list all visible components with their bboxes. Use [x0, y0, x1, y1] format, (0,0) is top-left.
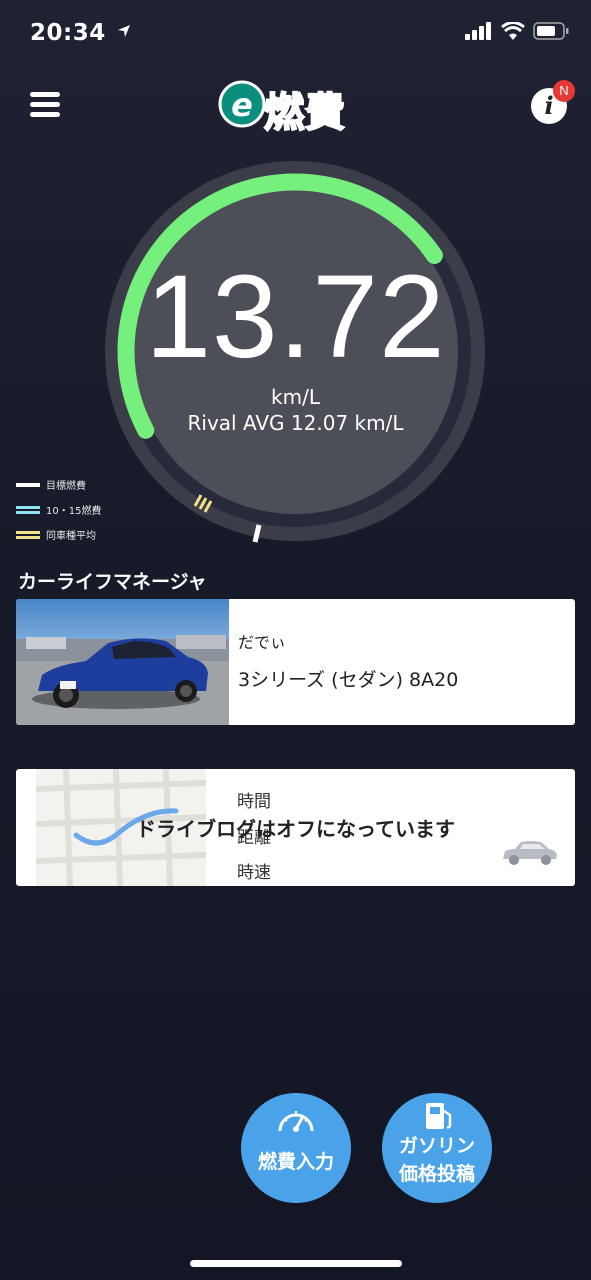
legend-item-target: 目標燃費	[16, 472, 101, 497]
logo-text: 燃費	[263, 89, 346, 137]
menu-button[interactable]	[28, 90, 64, 120]
info-button[interactable]: i N	[531, 80, 575, 124]
svg-text:e: e	[231, 86, 253, 124]
gauge-icon	[278, 1111, 314, 1132]
status-icons	[465, 22, 569, 40]
drive-log-off-message: ドライブログはオフになっています	[136, 817, 455, 841]
legend-item-1015: 10・15燃費	[16, 497, 101, 522]
efuel-logo: e 燃費	[216, 76, 376, 137]
legend-item-same-model: 同車種平均	[16, 522, 101, 547]
gas-price-label-line1: ガソリン	[398, 1135, 475, 1157]
car-card[interactable]: だでぃ 3シリーズ (セダン) 8A20	[16, 599, 575, 725]
drive-log-card[interactable]: 時間 距離 時速 ドライブログはオフになっています	[16, 769, 575, 886]
location-arrow-icon	[118, 25, 131, 37]
gas-price-label-line2: 価格投稿	[398, 1163, 475, 1185]
car-icon	[503, 841, 557, 865]
signal-icon	[465, 22, 491, 40]
section-title: カーライフマネージャ	[18, 571, 207, 593]
legend-swatch-cyan	[16, 505, 40, 514]
wifi-icon	[501, 22, 525, 40]
legend-swatch-white	[16, 482, 40, 487]
fuel-economy-unit: km/L	[271, 385, 320, 409]
gauge-legend: 目標燃費 10・15燃費 同車種平均	[16, 472, 101, 547]
fuel-input-label: 燃費入力	[257, 1151, 334, 1173]
gas-price-post-button[interactable]: ガソリン 価格投稿	[382, 1093, 492, 1203]
drive-log-speed-label: 時速	[237, 863, 271, 883]
car-photo	[16, 599, 229, 725]
car-owner-name: だでぃ	[238, 633, 287, 652]
drive-log-time-label: 時間	[237, 792, 271, 812]
fuel-economy-value: 13.72	[145, 251, 446, 383]
car-model-name: 3シリーズ (セダン) 8A20	[238, 669, 459, 691]
battery-icon	[533, 22, 569, 40]
home-indicator[interactable]	[190, 1260, 402, 1267]
gas-pump-icon	[426, 1103, 452, 1129]
legend-swatch-yellow	[16, 530, 40, 539]
rival-average: Rival AVG 12.07 km/L	[187, 411, 404, 435]
notification-badge: N	[553, 80, 575, 102]
fuel-input-button[interactable]: 燃費入力	[241, 1093, 351, 1203]
status-time: 20:34	[30, 20, 132, 46]
